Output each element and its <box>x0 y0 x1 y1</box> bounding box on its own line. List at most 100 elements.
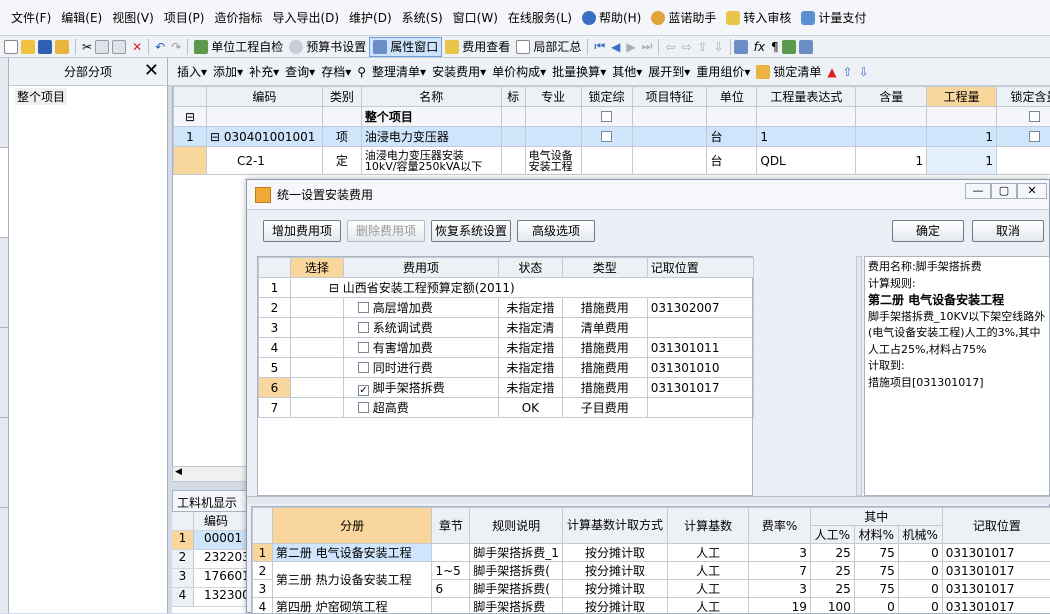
collapse-icon[interactable]: ⊟ <box>210 130 224 144</box>
row-content[interactable]: 1 <box>856 147 927 175</box>
cut-icon[interactable]: ✂ <box>79 37 95 57</box>
menu-edit[interactable]: 编辑(E) <box>56 9 107 26</box>
menu-online[interactable]: 在线服务(L) <box>503 9 577 26</box>
rule-col-rule[interactable]: 规则说明 <box>470 508 563 544</box>
rule-position[interactable]: 031301017 <box>942 562 1050 580</box>
rule-rate[interactable]: 19 <box>749 598 811 614</box>
col-mark[interactable]: 标 <box>501 87 525 107</box>
rule-description[interactable]: 脚手架搭拆费( <box>470 580 563 598</box>
col-type[interactable]: 类别 <box>322 87 361 107</box>
col-unit[interactable]: 单位 <box>707 87 757 107</box>
paste-icon[interactable] <box>112 40 126 54</box>
batch-convert-button[interactable]: 批量换算 ▾ <box>549 62 609 82</box>
rule-machine[interactable]: 0 <box>898 562 942 580</box>
color-icon[interactable]: ▲ <box>824 62 839 82</box>
fee-col-type[interactable]: 类型 <box>562 258 647 278</box>
checkbox[interactable] <box>1029 131 1040 142</box>
prev-icon[interactable]: ◀ <box>608 37 623 57</box>
table-row[interactable]: 1 第二册 电气设备安装工程 脚手架搭拆费_1 按分摊计取 人工 3 25 75… <box>253 544 1050 562</box>
menu-file[interactable]: 文件(F) <box>6 9 56 26</box>
col-expression[interactable]: 工程量表达式 <box>757 87 856 107</box>
fee-col-status[interactable]: 状态 <box>499 258 563 278</box>
col-major[interactable]: 专业 <box>525 87 581 107</box>
table-row[interactable]: 2232203 <box>172 550 252 569</box>
fee-position[interactable]: 031301017 <box>647 378 753 398</box>
row-lock-content[interactable] <box>997 147 1050 175</box>
col-code[interactable]: 编码 <box>206 87 322 107</box>
tree-item-whole-project[interactable]: 整个项目 <box>15 88 67 105</box>
rule-rate[interactable]: 7 <box>749 562 811 580</box>
row-lock[interactable] <box>581 127 632 147</box>
col-lock-content[interactable]: 锁定含量 <box>997 87 1050 107</box>
col-feature[interactable]: 项目特征 <box>632 87 707 107</box>
restore-settings-button[interactable]: 恢复系统设置 <box>431 220 511 242</box>
rule-book[interactable]: 第二册 电气设备安装工程 <box>272 544 432 562</box>
row-code[interactable]: C2-1 <box>206 147 322 175</box>
rule-book[interactable]: 第四册 炉窑砌筑工程 <box>272 598 432 614</box>
menu-help[interactable]: 帮助(H) <box>577 9 646 26</box>
table-row[interactable]: 2 高层增加费 未指定措 措施费用 031302007 <box>259 298 754 318</box>
row-major[interactable] <box>525 127 581 147</box>
menu-cost-index[interactable]: 造价指标 <box>209 9 267 26</box>
menu-window[interactable]: 窗口(W) <box>448 9 503 26</box>
menu-payment[interactable]: 计量支付 <box>796 9 871 26</box>
fee-checkbox[interactable] <box>358 362 369 373</box>
fee-checkbox[interactable] <box>358 342 369 353</box>
rule-description[interactable]: 脚手架搭拆费_1 <box>470 544 563 562</box>
table-row[interactable]: C2-1 定 油浸电力变压器安装 10kV/容量250kVA以下 电气设备安装工… <box>174 147 1050 175</box>
partial-summary-button[interactable]: 局部汇总 <box>513 37 584 57</box>
menu-import-export[interactable]: 导入导出(D) <box>267 9 344 26</box>
expand-to-button[interactable]: 展开到 ▾ <box>645 62 693 82</box>
collapse-icon[interactable]: ⊟ <box>174 107 207 127</box>
rule-material[interactable]: 75 <box>854 562 898 580</box>
rule-col-machine[interactable]: 机械% <box>898 526 942 544</box>
rule-base[interactable]: 人工 <box>668 544 749 562</box>
rule-position[interactable]: 031301017 <box>942 580 1050 598</box>
table-row[interactable]: 7 超高费 OK 子目费用 <box>259 398 754 418</box>
table-row[interactable]: 4132300 <box>172 588 252 607</box>
rule-base[interactable]: 人工 <box>668 598 749 614</box>
row-name[interactable]: 油浸电力变压器安装 10kV/容量250kVA以下 <box>361 147 501 175</box>
horizontal-splitter[interactable] <box>247 496 1050 504</box>
binoculars-icon[interactable]: ⚲ <box>354 62 369 82</box>
fee-position[interactable]: 031301010 <box>647 358 753 378</box>
open-icon[interactable] <box>21 40 35 54</box>
row-feature[interactable] <box>632 127 707 147</box>
close-icon[interactable]: ✕ <box>1017 183 1047 199</box>
vertical-tab[interactable] <box>0 58 8 148</box>
resource-code[interactable]: 132300 <box>194 588 250 606</box>
paragraph-icon[interactable]: ¶ <box>768 37 782 57</box>
table-row[interactable]: 4 第四册 炉窑砌筑工程 脚手架搭拆费 按分摊计取 人工 19 100 0 0 … <box>253 598 1050 614</box>
rule-description[interactable]: 脚手架搭拆费( <box>470 562 563 580</box>
row-major[interactable]: 电气设备安装工程 <box>525 147 581 175</box>
menu-transfer-review[interactable]: 转入审核 <box>721 9 796 26</box>
vertical-splitter[interactable] <box>856 256 862 496</box>
rule-material[interactable]: 75 <box>854 544 898 562</box>
advanced-options-button[interactable]: 高级选项 <box>517 220 595 242</box>
delete-fee-button[interactable]: 删除费用项 <box>347 220 425 242</box>
self-check-button[interactable]: 单位工程自检 <box>191 37 286 57</box>
rule-col-position[interactable]: 记取位置 <box>942 508 1050 544</box>
menu-project[interactable]: 项目(P) <box>159 9 210 26</box>
row-expression[interactable]: 1 <box>757 127 856 147</box>
table-row[interactable]: 2 第三册 热力设备安装工程 1~5 脚手架搭拆费( 按分摊计取 人工 7 25… <box>253 562 1050 580</box>
fee-position[interactable]: 031302007 <box>647 298 753 318</box>
rule-rate[interactable]: 3 <box>749 544 811 562</box>
unit-price-button[interactable]: 单价构成 ▾ <box>489 62 549 82</box>
redo-icon[interactable]: ↷ <box>168 37 184 57</box>
collapse-icon[interactable]: ⊟ <box>329 281 343 295</box>
scroll-left-icon[interactable]: ◀ <box>175 467 182 477</box>
row-feature[interactable] <box>632 147 707 175</box>
rule-material[interactable]: 0 <box>854 598 898 614</box>
right-arrow-icon[interactable]: ⇨ <box>678 37 694 57</box>
minimize-icon[interactable]: — <box>965 183 991 199</box>
row-unit[interactable]: 台 <box>707 147 757 175</box>
rule-machine[interactable]: 0 <box>898 598 942 614</box>
row-type[interactable]: 定 <box>322 147 361 175</box>
panel-icon[interactable] <box>799 40 813 54</box>
rule-labor[interactable]: 25 <box>810 544 854 562</box>
fee-position[interactable] <box>647 398 753 418</box>
rule-labor[interactable]: 25 <box>810 562 854 580</box>
root-lock-cell[interactable] <box>581 107 632 127</box>
rule-chapter[interactable]: 1~5 <box>432 562 470 580</box>
